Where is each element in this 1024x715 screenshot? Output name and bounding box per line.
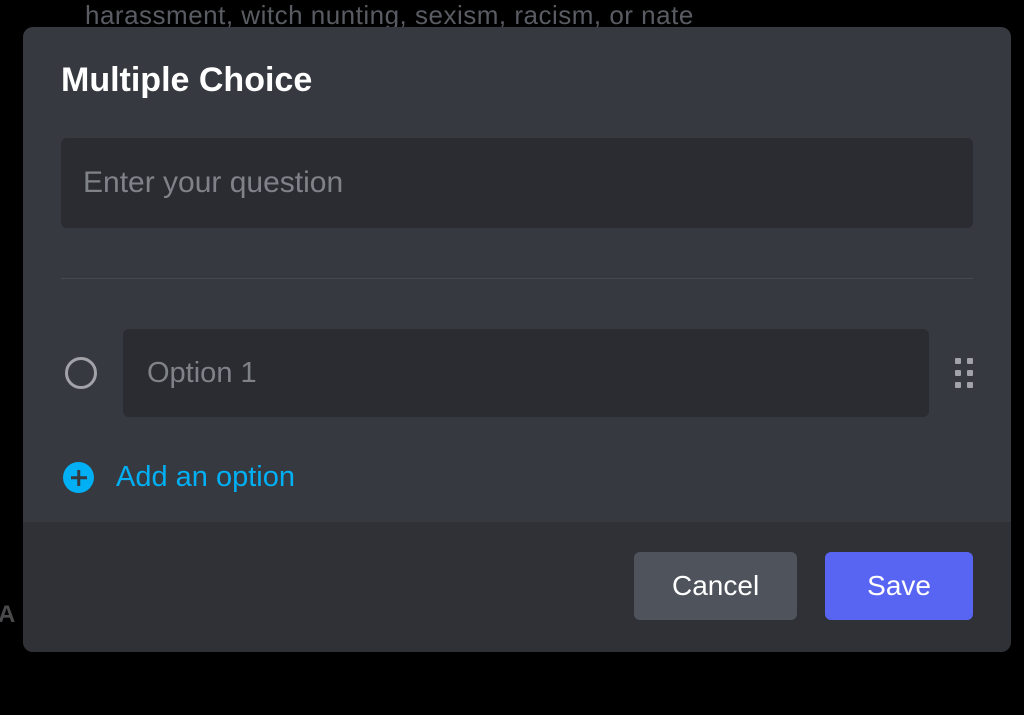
radio-circle-icon xyxy=(65,357,97,389)
drag-handle-icon[interactable] xyxy=(955,358,973,388)
modal-body: Multiple Choice Add an option xyxy=(23,27,1011,522)
divider xyxy=(61,278,973,279)
plus-icon xyxy=(63,462,94,493)
backdrop-left-fragment: A xyxy=(0,601,15,629)
question-input[interactable] xyxy=(61,138,973,228)
multiple-choice-modal: Multiple Choice Add an option Cancel S xyxy=(23,27,1011,652)
save-button[interactable]: Save xyxy=(825,552,973,620)
option-row xyxy=(61,329,973,417)
option-input[interactable] xyxy=(123,329,929,417)
add-option-label: Add an option xyxy=(116,461,295,494)
modal-title: Multiple Choice xyxy=(61,61,973,100)
cancel-button[interactable]: Cancel xyxy=(634,552,797,620)
modal-footer: Cancel Save xyxy=(23,522,1011,652)
add-option-button[interactable]: Add an option xyxy=(63,461,973,494)
